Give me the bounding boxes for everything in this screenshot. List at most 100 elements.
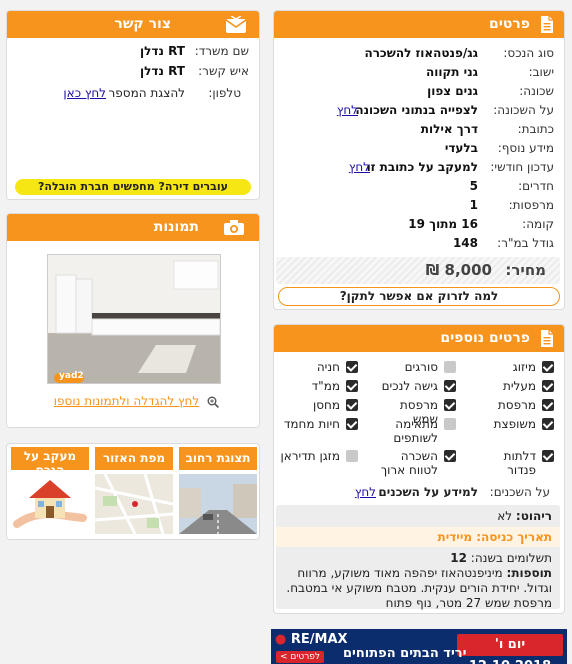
price-value: 8,000 ₪ (425, 261, 492, 279)
phone-text: להצגת המספר (108, 86, 185, 100)
neighbors-label: על השכנים: (489, 485, 550, 499)
details-panel: פרטים סוג הנכס: גג/פנטהאוז להשכרה ישוב: גני… (273, 10, 565, 310)
document-icon (541, 330, 553, 347)
unchecked-icon (444, 361, 456, 373)
payments-label: תשלומים בשנה: (470, 551, 552, 565)
detail-label: גודל במ"ר: (497, 236, 554, 250)
banner-cta-label: לפרטים > (280, 652, 321, 662)
neighbors-link[interactable]: לחץ (355, 483, 376, 502)
feature-label: חניה (316, 360, 340, 374)
tab-street-view-label: תצוגת רחוב (179, 447, 257, 470)
balloon-icon: ● (275, 632, 287, 647)
detail-link[interactable]: לחץ (337, 101, 358, 120)
photos-title: תמונות (153, 219, 199, 235)
detail-label: חדרים: (518, 179, 554, 193)
office-row: שם משרד: RT נדלן (7, 42, 259, 61)
detail-value: לצפייה בנתוני השכונה (355, 103, 478, 117)
detail-label: עדכון חודשי: (490, 160, 554, 174)
tab-track-property-label: מעקב על הנכס (11, 447, 89, 470)
extras-row: תוספות: מיניפנטהאוז יפהפה מאוד משוקע, מר… (280, 566, 552, 611)
person-row: איש קשר: RT נדלן (7, 62, 259, 81)
feature-label: מעלית (502, 379, 536, 393)
more-details-panel: פרטים נוספים מיזוג סורגים חניה מעלית גישה לנ… (273, 324, 565, 614)
payments-row: תשלומים בשנה: 12 (450, 551, 552, 566)
detail-row: כתובת: דרך אילות (274, 120, 564, 139)
checked-icon (542, 380, 554, 392)
contact-panel: צור קשר שם משרד: RT נדלן איש קשר: RT נדל… (6, 10, 260, 200)
location-tabs-panel: תצוגת רחוב מפת האזור מעקב על הנכס (6, 443, 260, 540)
detail-value: למעקב על כתובת זו (366, 160, 478, 174)
feature-item: משופצת (472, 417, 554, 445)
banner-brand: ● RE/MAX (275, 632, 348, 647)
detail-row: סוג הנכס: גג/פנטהאוז להשכרה (274, 44, 564, 63)
payments-value: 12 (450, 551, 467, 565)
document-icon (541, 16, 553, 33)
checked-icon (444, 399, 456, 411)
detail-row: גודל במ"ר: 148 (274, 234, 564, 253)
fix-button[interactable]: למה לזרוק אם אפשר לתקן? (278, 287, 560, 306)
tab-street-view[interactable]: תצוגת רחוב (179, 447, 257, 537)
remax-banner[interactable]: יום ו' 12.10.2018 ● RE/MAX לפרטים > יריד… (271, 629, 567, 664)
envelope-icon (225, 16, 247, 33)
checked-icon (346, 399, 358, 411)
tab-area-map[interactable]: מפת האזור (95, 447, 173, 537)
detail-row: שכונה: גנים צפון (274, 82, 564, 101)
banner-date-box: יום ו' 12.10.2018 (457, 634, 563, 664)
feature-label: מתאימה לשותפים (393, 417, 438, 445)
detail-label: ישוב: (528, 65, 554, 79)
detail-link[interactable]: לחץ (349, 158, 370, 177)
detail-value: גני תקווה (425, 65, 478, 79)
feature-item: מזגן תדיראן (276, 449, 358, 477)
entry-date: תאריך כניסה: מיידית (276, 527, 560, 547)
enlarge-row[interactable]: לחץ להגדלה ולתמונות נוספו (54, 394, 219, 408)
contact-title: צור קשר (114, 16, 171, 32)
feature-item: השכרה לטווח ארוך (374, 449, 456, 477)
checked-icon (444, 450, 456, 462)
tab-track-property[interactable]: מעקב על הנכס (11, 447, 89, 537)
feature-label: ממ"ד (311, 379, 340, 393)
banner-date: יום ו' 12.10.2018 (469, 637, 551, 664)
detail-row: חדרים: 5 (274, 177, 564, 196)
photos-panel: תמונות yad2 לחץ להגדלה ולתמונות נוספו (6, 213, 260, 428)
banner-brand-name: RE/MAX (290, 632, 348, 647)
zoom-icon (207, 396, 219, 408)
detail-label: כתובת: (517, 122, 554, 136)
contact-header: צור קשר (7, 11, 259, 38)
person-value: RT נדלן (140, 64, 185, 78)
detail-row: קומה: 16 מתוך 19 (274, 215, 564, 234)
office-value: RT נדלן (140, 44, 185, 58)
person-label: איש קשר: (198, 64, 249, 78)
feature-item: דלתות פנדור (472, 449, 554, 477)
detail-label: מידע נוסף: (497, 141, 554, 155)
detail-label: מרפסות: (508, 198, 554, 212)
detail-value: 5 (469, 179, 478, 193)
detail-label: על השכונה: (493, 103, 554, 117)
detail-row: מרפסות: 1 (274, 196, 564, 215)
feature-label: משופצת (493, 417, 536, 431)
show-phone-link[interactable]: לחץ כאן (63, 84, 106, 103)
extra-info-box: ריהוט: לא תאריך כניסה: מיידית תשלומים בש… (276, 505, 560, 611)
moving-button[interactable]: עוברים דירה? מחפשים חברת הובלה? (15, 179, 251, 195)
moving-button-label: עוברים דירה? מחפשים חברת הובלה? (38, 180, 228, 193)
main-photo[interactable]: yad2 (47, 254, 221, 384)
feature-label: גישה לנכים (381, 379, 438, 393)
neighbors-row: על השכנים: למידע על השכנים לחץ (274, 483, 564, 502)
banner-headline: יריד הבתים הפתוחים (343, 646, 467, 661)
more-details-title: פרטים נוספים (440, 330, 530, 346)
detail-label: קומה: (522, 217, 554, 231)
furniture-label: ריהוט: (515, 509, 552, 523)
checked-icon (542, 418, 554, 430)
checked-icon (444, 380, 456, 392)
unchecked-icon (346, 450, 358, 462)
photos-header: תמונות (7, 214, 259, 241)
detail-value: 1 (469, 198, 478, 212)
unchecked-icon (444, 418, 456, 430)
detail-label: שכונה: (519, 84, 554, 98)
feature-label: השכרה לטווח ארוך (380, 449, 438, 477)
feature-label: דלתות פנדור (503, 449, 536, 477)
street-view-thumb (179, 474, 257, 534)
furniture-value: לא (497, 509, 513, 523)
banner-cta[interactable]: לפרטים > (276, 651, 325, 663)
phone-label: טלפון: (208, 86, 241, 100)
details-header: פרטים (274, 11, 564, 38)
